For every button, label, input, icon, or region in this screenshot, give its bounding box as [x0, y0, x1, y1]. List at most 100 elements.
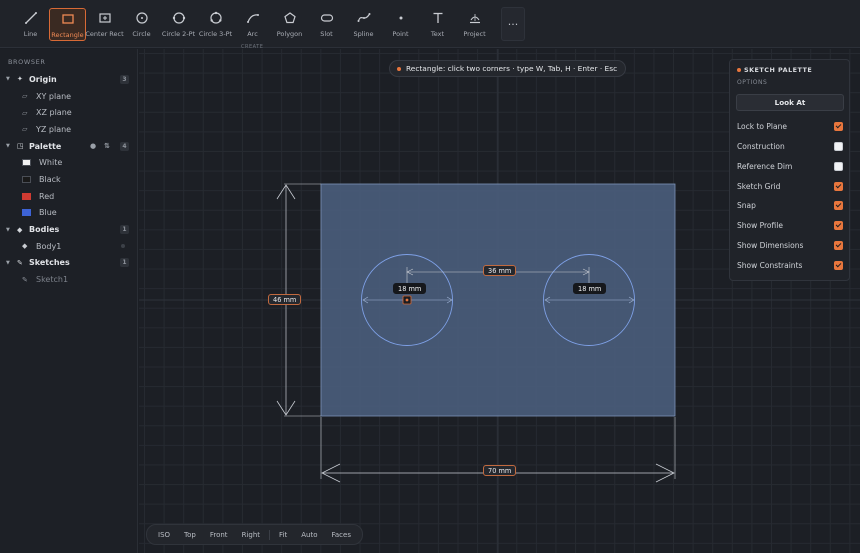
tool-label: Text: [430, 30, 445, 38]
option-label: Reference Dim: [737, 161, 793, 171]
item-label: Sketch1: [36, 275, 69, 285]
palette-item-blue[interactable]: Blue: [0, 205, 137, 222]
plane-icon: ▱: [22, 125, 28, 134]
tool-circle-3pt[interactable]: Circle 3-Pt: [197, 8, 234, 41]
tool-point[interactable]: Point: [382, 8, 419, 41]
dim-label-diameter-left[interactable]: 18 mm: [393, 283, 427, 294]
tool-circle-2pt[interactable]: Circle 2-Pt: [160, 8, 197, 41]
option-show-constraints[interactable]: Show Constraints: [737, 259, 843, 271]
palette-item-red[interactable]: Red: [0, 188, 137, 205]
tool-label: Line: [23, 30, 38, 38]
more-tools-button[interactable]: ···: [501, 7, 525, 41]
option-lock-to-plane[interactable]: Lock to Plane: [737, 120, 843, 132]
dim-label-height[interactable]: 46 mm: [268, 294, 302, 305]
item-label: White: [39, 158, 63, 168]
line-icon: [24, 12, 37, 24]
option-label: Sketch Grid: [737, 181, 781, 191]
circle-2pt-icon: [172, 12, 185, 24]
view-faces-button[interactable]: Faces: [324, 527, 357, 542]
caret-down-icon[interactable]: ▼: [6, 227, 13, 233]
tool-label: Circle: [132, 30, 151, 38]
tool-slot[interactable]: Slot: [308, 8, 345, 41]
view-top-button[interactable]: Top: [177, 527, 203, 542]
checkbox[interactable]: [834, 161, 843, 171]
dim-label-diameter-right[interactable]: 18 mm: [573, 283, 607, 294]
dim-label-width[interactable]: 70 mm: [483, 465, 517, 476]
option-label: Snap: [737, 200, 756, 210]
view-auto-button[interactable]: Auto: [294, 527, 324, 542]
view-iso-button[interactable]: ISO: [151, 527, 177, 542]
tool-circle[interactable]: Circle: [123, 8, 160, 41]
more-icon: ···: [507, 17, 519, 31]
sketch-icon: ✎: [17, 258, 23, 267]
look-at-button[interactable]: Look At: [736, 94, 844, 111]
caret-down-icon[interactable]: ▼: [6, 143, 13, 149]
tool-label: Center Rect: [85, 30, 124, 38]
option-label: Show Dimensions: [737, 240, 804, 250]
slot-icon: [320, 14, 333, 22]
checkbox[interactable]: [834, 220, 843, 230]
tool-arc[interactable]: Arc: [234, 8, 271, 41]
tool-label: Project: [463, 30, 486, 38]
tool-text[interactable]: Text: [419, 8, 456, 41]
checkbox[interactable]: [834, 200, 843, 210]
browser-item-sketch1[interactable]: ✎ Sketch1: [0, 271, 137, 288]
palette-item-white[interactable]: White: [0, 154, 137, 171]
tool-spline[interactable]: Spline: [345, 8, 382, 41]
view-fit-button[interactable]: Fit: [272, 527, 294, 542]
sketch-palette-panel: SKETCH PALETTE OPTIONS Look At Lock to P…: [729, 59, 850, 281]
option-show-profile[interactable]: Show Profile: [737, 219, 843, 231]
option-construction[interactable]: Construction: [737, 140, 843, 152]
sort-icon[interactable]: ⇅: [104, 142, 110, 150]
tool-rectangle[interactable]: Rectangle: [49, 8, 86, 41]
browser-group-origin[interactable]: ▼ ✦ Origin 3: [0, 71, 137, 88]
item-label: Blue: [39, 208, 57, 218]
text-icon: [433, 12, 442, 23]
browser-header: BROWSER: [8, 58, 46, 66]
tool-polygon[interactable]: Polygon: [271, 8, 308, 41]
option-sketch-grid[interactable]: Sketch Grid: [737, 180, 843, 192]
dim-label-spacing[interactable]: 36 mm: [483, 265, 517, 276]
browser-item-body1[interactable]: ◆ Body1: [0, 238, 137, 255]
visibility-dot[interactable]: [121, 244, 125, 249]
browser-group-sketches[interactable]: ▼ ✎ Sketches 1: [0, 255, 137, 272]
swatch: [22, 159, 31, 167]
tool-label: Slot: [320, 30, 333, 38]
browser-group-bodies[interactable]: ▼ ◆ Bodies 1: [0, 221, 137, 238]
checkbox[interactable]: [834, 141, 843, 151]
origin-icon: ✦: [17, 75, 23, 84]
view-bar: ISO Top Front Right Fit Auto Faces: [146, 524, 363, 545]
browser-item-yz-plane[interactable]: ▱ YZ plane: [0, 121, 137, 138]
browser-item-xz-plane[interactable]: ▱ XZ plane: [0, 104, 137, 121]
panel-subtitle: OPTIONS: [737, 79, 768, 86]
checkbox[interactable]: [834, 121, 843, 131]
spline-icon: [357, 13, 370, 22]
tool-project[interactable]: Project: [456, 8, 493, 41]
option-reference-dim[interactable]: Reference Dim: [737, 160, 843, 172]
tool-center-rect[interactable]: Center Rect: [85, 8, 124, 41]
caret-down-icon[interactable]: ▼: [6, 76, 13, 82]
option-snap[interactable]: Snap: [737, 199, 843, 211]
palette-dot-icon[interactable]: ●: [90, 142, 96, 150]
palette-item-black[interactable]: Black: [0, 171, 137, 188]
center-rect-icon: [98, 13, 111, 23]
checkbox[interactable]: [834, 260, 843, 270]
group-label: Palette: [29, 141, 62, 151]
body-icon: ◆: [22, 242, 28, 251]
view-right-button[interactable]: Right: [235, 527, 267, 542]
hint-dot-icon: [397, 67, 401, 71]
checkbox[interactable]: [834, 181, 843, 191]
checkbox[interactable]: [834, 240, 843, 250]
tool-label: Arc: [247, 30, 258, 38]
browser-group-palette[interactable]: ▼ ◳ Palette ● ⇅ 4: [0, 138, 137, 155]
browser-item-xy-plane[interactable]: ▱ XY plane: [0, 88, 137, 105]
caret-down-icon[interactable]: ▼: [6, 260, 13, 266]
tool-hint: Rectangle: click two corners · type W, T…: [389, 60, 627, 77]
browser-panel: BROWSER ▼ ✦ Origin 3 ▱ XY plane ▱ XZ plane…: [0, 49, 138, 553]
view-front-button[interactable]: Front: [203, 527, 235, 542]
option-show-dimensions[interactable]: Show Dimensions: [737, 239, 843, 251]
tool-line[interactable]: Line: [12, 8, 49, 41]
group-label: Sketches: [29, 258, 70, 268]
count-badge: 4: [120, 141, 129, 151]
item-label: YZ plane: [36, 124, 72, 134]
